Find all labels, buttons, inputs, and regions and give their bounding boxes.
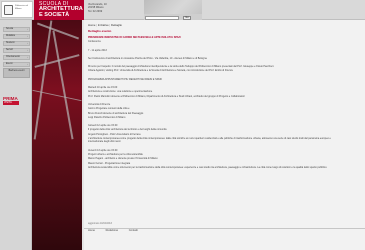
article-body: PRESIDENZE INNOVATIVE DI CARDIO NEI PAES… [88,36,346,170]
article-paragraph: L'architettura contemporanea come proget… [88,137,331,144]
breadcrumb-home[interactable]: Home [88,23,95,27]
breadcrumb-current: Dettaglio [110,23,122,27]
footer-link-home[interactable]: Home [88,229,95,232]
chevron-right-icon: › [27,35,28,38]
article-subheading: Conferenza [88,40,101,44]
sidebar-item-eventi[interactable]: Eventi › [3,62,30,67]
chevron-right-icon: › [27,28,28,31]
university-logo[interactable]: Politecnico di Milano [1,1,33,18]
article-paragraph: Progetti urbani e architettura per la ci… [88,152,143,156]
sidebar-item-didattica[interactable]: Didattica › [3,34,30,39]
prima-visita-badge[interactable]: VISITA [3,101,19,105]
address-line-3: Tel. 02 2399 [88,9,103,13]
article-paragraph: Prof. Paolo Marcolini docente al Politec… [88,94,245,98]
chevron-right-icon: › [27,49,28,52]
sidebar-item-orientamento[interactable]: Orientamento › [3,55,30,60]
article-paragraph: Angelo Portoghesi - Polo Universitario d… [88,132,141,136]
article-list-item: Luigi Palazzo Politecnico di Milano [88,115,126,119]
article-paragraph: Mi sono per l'aspetto: il mondo del paes… [88,65,275,69]
footer-link-contatti[interactable]: Contatti [129,229,138,232]
sidebar-item-label: Servizi [6,49,13,51]
last-updated: aggiornato 10/04/2013 [88,222,112,225]
footer-nav: Home Redazione Contatti [84,228,365,233]
architecture-photo [32,20,82,250]
sidebar-item-label: Studenti [6,42,15,44]
article-paragraph: Architettura e costruzione: una relazion… [88,90,153,94]
article-heading: PRESIDENZE INNOVATIVE DI CARDIO NEI PAES… [88,36,181,39]
brand-line3: E SOCIETÀ [39,12,70,18]
article-date: Giovedì 12 aprile ore 15.00 [88,124,118,128]
article-paragraph: Marco Pagani - architetto e docente pres… [88,157,158,161]
article-paragraph: Sei Conferenze di architettura in occasi… [88,56,207,60]
chevron-right-icon: › [27,56,28,59]
header-photo [144,0,202,14]
sidebar-events-box[interactable]: Bacheca eventi [3,68,30,78]
article-date: Martedì 10 aprile ore 15.00 [88,86,118,90]
article-date: 7 - 11 aprile 2013 [88,48,107,52]
article-date: Venerdì 13 aprile ore 15.00 [88,148,118,152]
sidebar-item-label: Scuola [6,28,14,30]
article-section-title: PROGRAMMA APPUNTAMENTI PIU RECENTI NEI P… [88,77,162,81]
article-list-item: Università di Firenze [88,102,111,106]
address-block: Via Durando, 10 20158 Milano Tel. 02 239… [88,3,107,13]
article-paragraph: Il progetto della città: architettura de… [88,128,167,132]
school-brand[interactable]: SCUOLA DI ARCHITETTURA E SOCIETÀ [34,0,84,20]
sidebar-item-label: Eventi [6,63,13,65]
sidebar-item-scuola[interactable]: Scuola › [3,27,30,32]
sidebar-item-studenti[interactable]: Studenti › [3,41,30,46]
breadcrumb: Home | Iniziative | Dettaglio [88,23,122,27]
logo-text: Politecnico di Milano [15,5,28,10]
sidebar-item-servizi[interactable]: Servizi › [3,48,30,53]
article-paragraph: Chiara Agostini, visiting Prof. Universi… [88,69,233,73]
breadcrumb-section[interactable]: Iniziative [98,23,109,27]
chevron-right-icon: › [27,63,28,66]
sidebar-item-label: Orientamento [6,56,20,58]
article-list-item: Giorno Progettare contesti della città e [88,107,130,111]
article-paragraph: Mauro Ferrari - Progettazione integrata [88,161,131,165]
page-title: Dettaglio evento [88,29,112,33]
article-list-item: Bruno Fiorelli docente di architettura d… [88,111,144,115]
article-paragraph: Architettura sostenibile come strumento … [88,165,328,169]
chevron-right-icon: › [27,42,28,45]
logo-emblem-icon [4,5,13,15]
sidebar-item-label: Didattica [6,35,15,37]
footer-link-redazione[interactable]: Redazione [106,229,118,232]
